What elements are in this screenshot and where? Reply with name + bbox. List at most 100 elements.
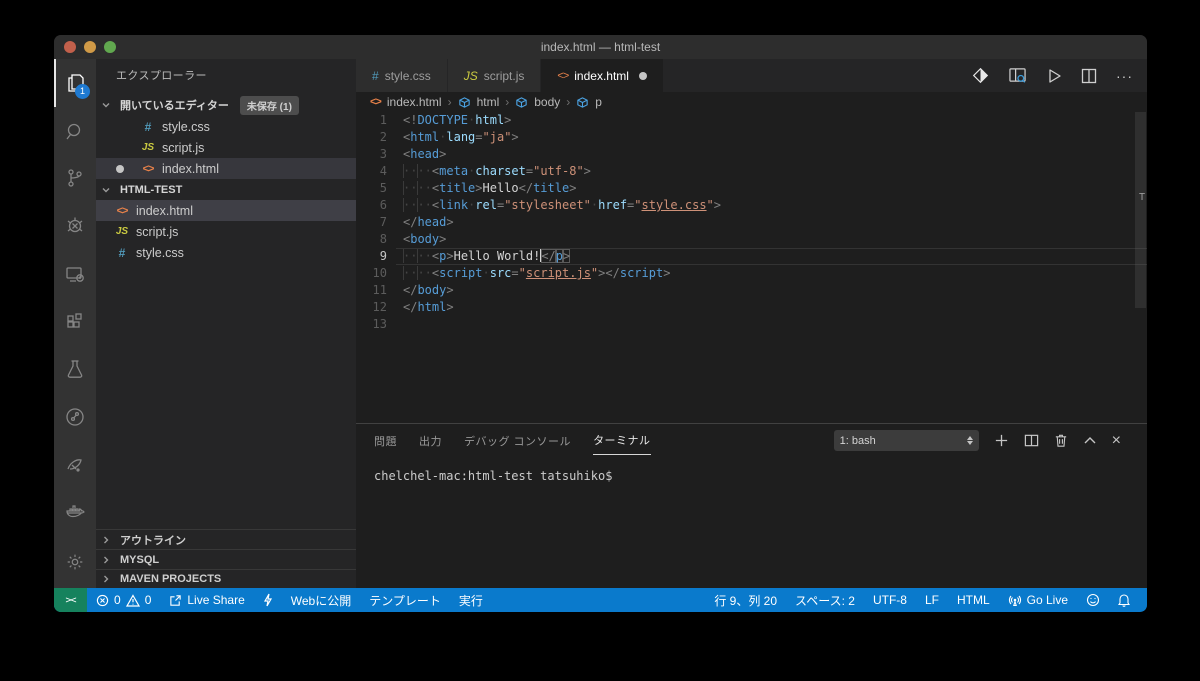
code-token[interactable]: > bbox=[446, 249, 453, 263]
template-button[interactable]: テンプレート bbox=[360, 588, 450, 612]
code-token[interactable]: > bbox=[475, 181, 482, 195]
code-line-content[interactable] bbox=[396, 316, 1147, 333]
code-token[interactable]: </ bbox=[605, 266, 619, 280]
split-terminal-icon[interactable] bbox=[1024, 433, 1039, 448]
code-line[interactable]: 5····<title>Hello</title> bbox=[356, 180, 1147, 197]
code-token[interactable]: meta bbox=[439, 164, 468, 178]
code-token[interactable]: </ bbox=[519, 181, 533, 195]
code-token[interactable]: style.css bbox=[642, 198, 707, 212]
code-token[interactable]: head bbox=[410, 147, 439, 161]
code-token[interactable]: charset bbox=[475, 164, 526, 178]
notifications-bell-icon[interactable] bbox=[1109, 588, 1139, 612]
scrollbar-thumb[interactable] bbox=[1135, 112, 1146, 308]
code-token[interactable]: > bbox=[584, 164, 591, 178]
close-window-button[interactable] bbox=[64, 41, 76, 53]
live-share-button[interactable]: Live Share bbox=[160, 588, 253, 612]
code-token[interactable]: > bbox=[714, 198, 721, 212]
code-editor[interactable]: 1<!DOCTYPE·html>2<html·lang="ja">3<head>… bbox=[356, 112, 1147, 423]
code-token[interactable]: </ bbox=[403, 215, 417, 229]
code-line-content[interactable]: <html·lang="ja"> bbox=[396, 129, 1147, 146]
code-token[interactable]: p bbox=[556, 249, 563, 263]
maximize-panel-icon[interactable] bbox=[1083, 434, 1097, 448]
terminal-select[interactable]: 1: bash bbox=[834, 430, 979, 451]
indentation-setting[interactable]: スペース: 2 bbox=[786, 588, 864, 612]
code-line-content[interactable]: </body> bbox=[396, 282, 1147, 299]
tab-script-js[interactable]: JS script.js bbox=[448, 59, 542, 92]
tab-debug-console[interactable]: デバッグ コンソール bbox=[464, 427, 571, 455]
code-line-content[interactable]: <head> bbox=[396, 146, 1147, 163]
run-code-icon[interactable] bbox=[1046, 68, 1062, 84]
line-number[interactable]: 4 bbox=[356, 163, 396, 180]
breadcrumb-symbol[interactable]: html bbox=[477, 95, 500, 109]
line-number[interactable]: 2 bbox=[356, 129, 396, 146]
line-number[interactable]: 8 bbox=[356, 231, 396, 248]
encoding-setting[interactable]: UTF-8 bbox=[864, 588, 916, 612]
code-token[interactable]: body bbox=[417, 283, 446, 297]
cursor-position[interactable]: 行 9、列 20 bbox=[705, 588, 786, 612]
code-line-content[interactable]: ····<p>Hello World!</p> bbox=[396, 248, 1147, 265]
workspace-header[interactable]: HTML-TEST bbox=[96, 179, 356, 200]
line-number[interactable]: 1 bbox=[356, 112, 396, 129]
code-token[interactable]: Hello bbox=[483, 181, 519, 195]
code-token[interactable]: script.js bbox=[526, 266, 591, 280]
code-token[interactable]: </ bbox=[403, 283, 417, 297]
open-editors-header[interactable]: 開いているエディター 未保存 (1) bbox=[96, 94, 356, 116]
code-line[interactable]: 11</body> bbox=[356, 282, 1147, 299]
code-token[interactable]: = bbox=[511, 266, 518, 280]
tab-output[interactable]: 出力 bbox=[419, 427, 442, 455]
code-token[interactable]: = bbox=[526, 164, 533, 178]
test-beaker-icon[interactable] bbox=[54, 345, 96, 393]
outline-section-header[interactable]: アウトライン bbox=[96, 529, 356, 549]
line-number[interactable]: 9 bbox=[356, 248, 396, 265]
tab-problems[interactable]: 問題 bbox=[374, 427, 397, 455]
code-line[interactable]: 4····<meta·charset="utf-8"> bbox=[356, 163, 1147, 180]
mysql-section-header[interactable]: MYSQL bbox=[96, 549, 356, 569]
code-line[interactable]: 7</head> bbox=[356, 214, 1147, 231]
code-token[interactable]: script bbox=[620, 266, 663, 280]
code-line-content[interactable]: </head> bbox=[396, 214, 1147, 231]
code-token[interactable]: </ bbox=[541, 249, 555, 263]
split-editor-icon[interactable] bbox=[1081, 68, 1097, 84]
code-token[interactable]: > bbox=[663, 266, 670, 280]
code-line-content[interactable]: ····<script·src="script.js"></script> bbox=[396, 265, 1147, 282]
code-token[interactable]: html bbox=[475, 113, 504, 127]
extensions-icon[interactable] bbox=[54, 298, 96, 346]
code-line[interactable]: 1<!DOCTYPE·html> bbox=[356, 112, 1147, 129]
code-token[interactable]: head bbox=[417, 215, 446, 229]
code-line[interactable]: 13 bbox=[356, 316, 1147, 333]
code-line-content[interactable]: <body> bbox=[396, 231, 1147, 248]
kill-terminal-trash-icon[interactable] bbox=[1054, 433, 1068, 448]
settings-gear-icon[interactable] bbox=[54, 536, 96, 588]
code-token[interactable]: lang bbox=[446, 130, 475, 144]
open-editor-item[interactable]: JS script.js bbox=[96, 137, 356, 158]
explorer-icon[interactable]: 1 bbox=[54, 59, 96, 107]
code-token[interactable]: </ bbox=[403, 300, 417, 314]
code-line-content[interactable]: ····<meta·charset="utf-8"> bbox=[396, 163, 1147, 180]
go-live-button[interactable]: Go Live bbox=[999, 588, 1077, 612]
code-line[interactable]: 10····<script·src="script.js"></script> bbox=[356, 265, 1147, 282]
line-number[interactable]: 7 bbox=[356, 214, 396, 231]
code-line-content[interactable]: </html> bbox=[396, 299, 1147, 316]
code-line[interactable]: 12</html> bbox=[356, 299, 1147, 316]
code-token[interactable]: > bbox=[439, 147, 446, 161]
code-token[interactable]: <! bbox=[403, 113, 417, 127]
breadcrumb-symbol[interactable]: p bbox=[595, 95, 602, 109]
code-token[interactable]: "stylesheet" bbox=[504, 198, 591, 212]
open-editor-item[interactable]: # style.css bbox=[96, 116, 356, 137]
code-token[interactable]: title bbox=[533, 181, 569, 195]
docker-icon[interactable] bbox=[54, 489, 96, 537]
remote-explorer-icon[interactable] bbox=[54, 250, 96, 298]
code-line-content[interactable]: ····<link·rel="stylesheet"·href="style.c… bbox=[396, 197, 1147, 214]
line-number[interactable]: 10 bbox=[356, 265, 396, 282]
flash-icon[interactable] bbox=[254, 588, 282, 612]
code-line[interactable]: 6····<link·rel="stylesheet"·href="style.… bbox=[356, 197, 1147, 214]
code-token[interactable]: title bbox=[439, 181, 475, 195]
code-token[interactable]: link bbox=[439, 198, 468, 212]
code-line[interactable]: 2<html·lang="ja"> bbox=[356, 129, 1147, 146]
line-number[interactable]: 11 bbox=[356, 282, 396, 299]
code-token[interactable]: > bbox=[504, 113, 511, 127]
code-token[interactable]: " bbox=[707, 198, 714, 212]
line-number[interactable]: 13 bbox=[356, 316, 396, 333]
breadcrumb-file[interactable]: index.html bbox=[387, 95, 442, 109]
code-token[interactable]: "ja" bbox=[483, 130, 512, 144]
